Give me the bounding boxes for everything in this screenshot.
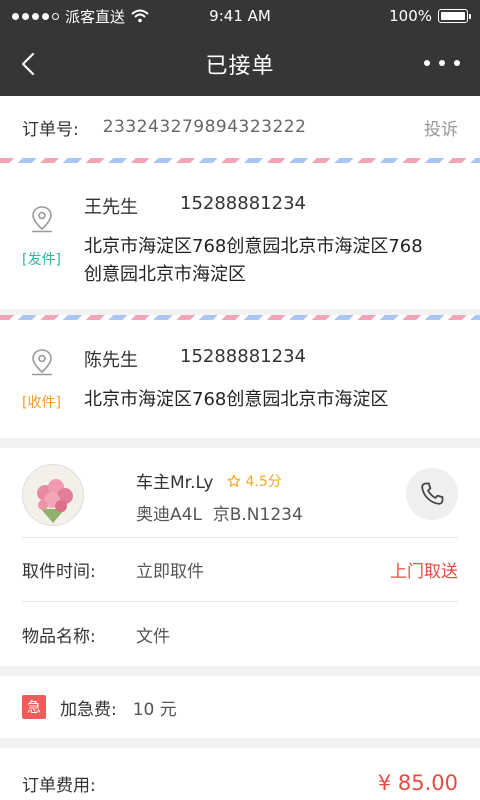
location-pin-icon bbox=[32, 349, 52, 376]
pickup-time-label: 取件时间: bbox=[22, 562, 96, 582]
back-icon[interactable] bbox=[16, 50, 44, 78]
battery-percent: 100% bbox=[389, 7, 432, 25]
sender-address-line2: 创意园北京市海淀区 bbox=[84, 264, 246, 285]
location-pin-icon bbox=[32, 206, 52, 233]
page-title: 已接单 bbox=[205, 54, 275, 79]
receiver-name: 陈先生 bbox=[84, 350, 138, 371]
urgent-fee-label: 加急费: bbox=[60, 699, 117, 720]
item-name-value: 文件 bbox=[136, 626, 170, 647]
order-fee-label: 订单费用: bbox=[22, 775, 96, 796]
pickup-time-row: 取件时间: 立即取件 上门取送 bbox=[22, 538, 458, 602]
phone-icon bbox=[421, 482, 444, 505]
sender-address-line1: 北京市海淀区768创意园北京市海淀区768 bbox=[84, 236, 423, 257]
order-number-label: 订单号: bbox=[22, 119, 79, 140]
pickup-mode: 上门取送 bbox=[390, 562, 458, 582]
sender-tag: [发件] bbox=[22, 252, 61, 268]
receiver-phone: 15288881234 bbox=[180, 346, 306, 367]
driver-car: 奥迪A4L 京B.N1234 bbox=[136, 505, 303, 525]
driver-name: 车主Mr.Ly bbox=[136, 473, 214, 493]
nav-bar: 已接单 bbox=[0, 32, 480, 96]
avatar bbox=[22, 464, 84, 526]
status-bar: 派客直送 9:41 AM 100% bbox=[0, 0, 480, 32]
battery-icon bbox=[438, 9, 471, 23]
sender-name: 王先生 bbox=[84, 197, 138, 218]
pickup-time-value: 立即取件 bbox=[136, 562, 204, 582]
order-number-row: 订单号: 233243279894323222 投诉 bbox=[0, 96, 480, 158]
header: 派客直送 9:41 AM 100% 已接单 bbox=[0, 0, 480, 96]
sender-block: [发件] 王先生 15288881234 北京市海淀区768创意园北京市海淀区7… bbox=[0, 163, 480, 309]
star-icon bbox=[228, 474, 241, 487]
driver-card: 车主Mr.Ly 4.5分 奥迪A4L 京B.N1234 取件时间: 立即取件 上… bbox=[0, 448, 480, 666]
more-icon[interactable] bbox=[424, 60, 460, 66]
receiver-tag: [收件] bbox=[22, 395, 61, 411]
item-name-row: 物品名称: 文件 bbox=[22, 602, 458, 666]
order-fee-row: 订单费用: ¥ 85.00 bbox=[0, 748, 480, 800]
order-number-value: 233243279894323222 bbox=[102, 117, 307, 137]
urgent-fee-value: 10 元 bbox=[132, 699, 177, 720]
order-fee-value: ¥ 85.00 bbox=[377, 771, 458, 795]
driver-rating: 4.5分 bbox=[245, 473, 282, 490]
complain-link[interactable]: 投诉 bbox=[424, 115, 458, 140]
receiver-block: [收件] 陈先生 15288881234 北京市海淀区768创意园北京市海淀区 bbox=[0, 320, 480, 438]
urgent-fee-row: 急 加急费: 10 元 bbox=[0, 676, 480, 738]
sender-phone: 15288881234 bbox=[180, 193, 306, 214]
call-driver-button[interactable] bbox=[406, 468, 458, 520]
urgent-badge: 急 bbox=[22, 695, 46, 719]
receiver-address-line1: 北京市海淀区768创意园北京市海淀区 bbox=[84, 389, 389, 410]
item-name-label: 物品名称: bbox=[22, 626, 96, 647]
